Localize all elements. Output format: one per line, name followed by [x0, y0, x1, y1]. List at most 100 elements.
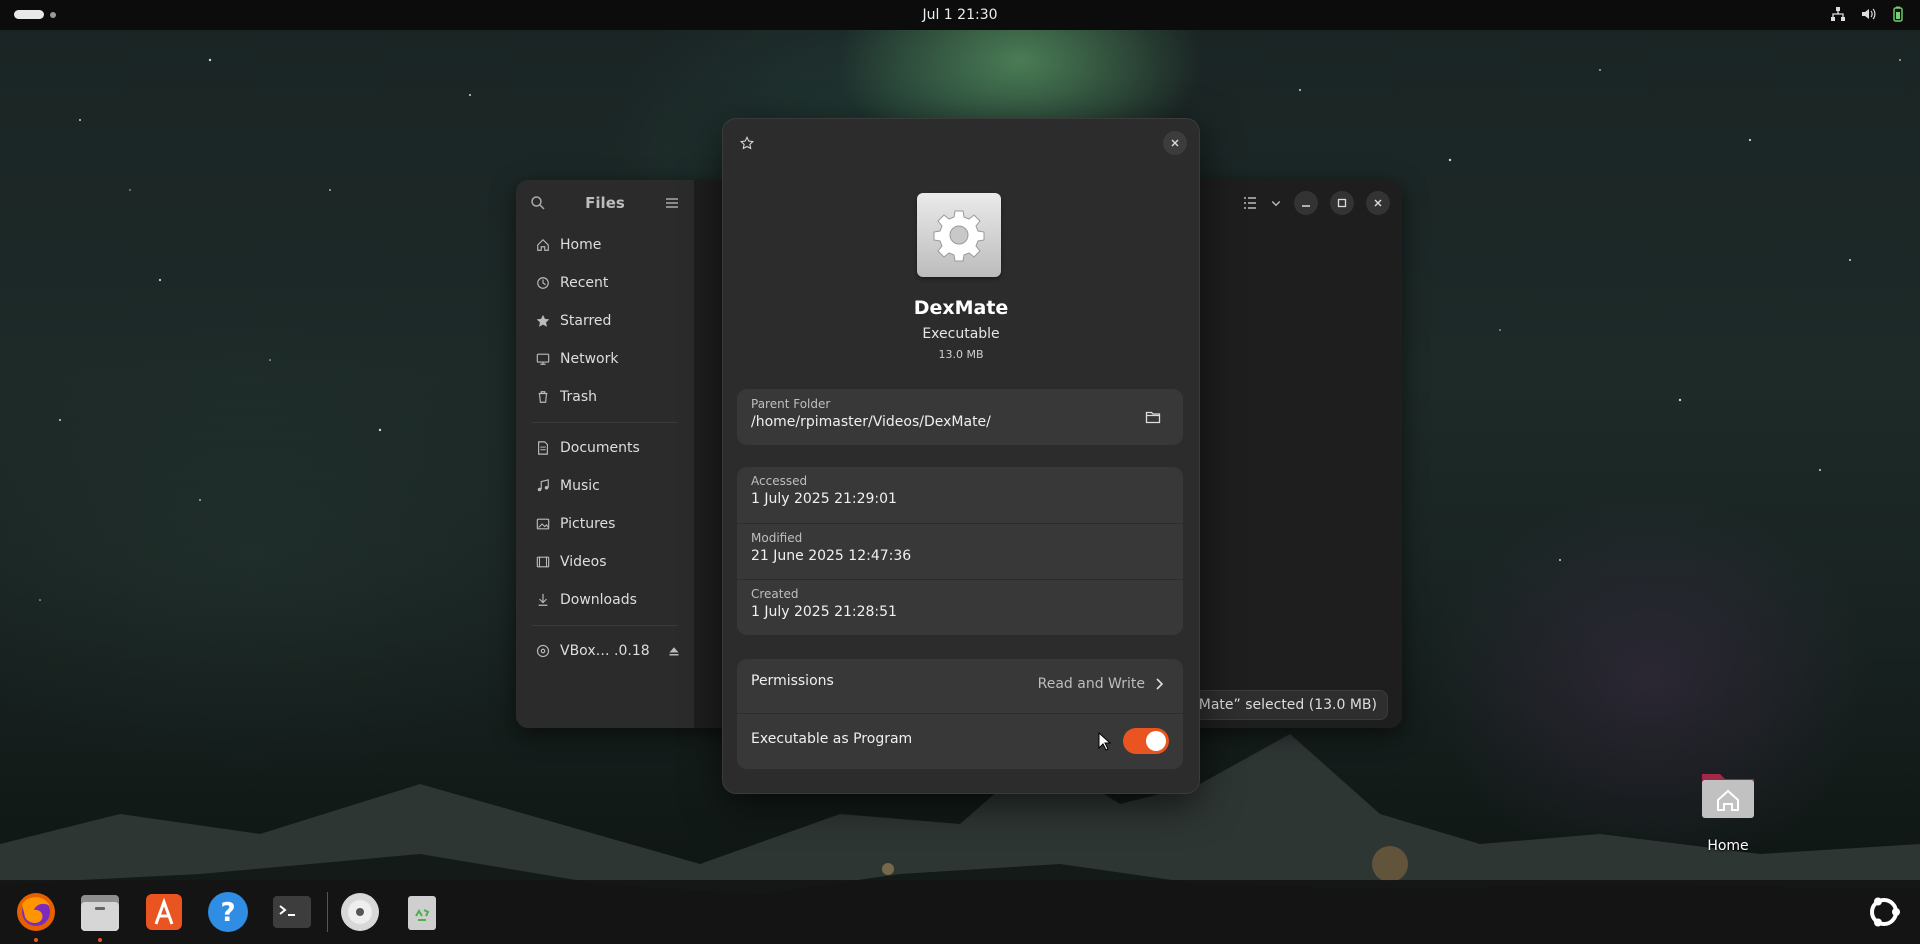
- sidebar-item-label: Home: [560, 237, 602, 253]
- sidebar-item-recent[interactable]: Recent: [524, 264, 686, 302]
- file-size: 13.0 MB: [938, 348, 984, 361]
- eject-icon[interactable]: [668, 645, 680, 657]
- sidebar-divider: [532, 422, 678, 423]
- close-icon: [1171, 139, 1179, 147]
- parent-folder-label: Parent Folder: [751, 397, 831, 411]
- top-bar: Jul 1 21:30: [0, 0, 1920, 30]
- desktop-home-label: Home: [1707, 838, 1749, 854]
- sidebar-item-label: Music: [560, 478, 600, 494]
- executable-row: Executable as Program: [737, 713, 1183, 770]
- dock-help[interactable]: ?: [204, 888, 252, 936]
- toggle-knob: [1146, 731, 1166, 751]
- ubuntu-logo-icon: [1870, 897, 1900, 927]
- sidebar-item-label: VBox… .0.18: [560, 643, 650, 659]
- firefox-icon: [17, 893, 55, 931]
- home-icon: [537, 238, 549, 251]
- open-parent-folder-button[interactable]: [1139, 403, 1167, 431]
- timestamps-card: Accessed 1 July 2025 21:29:01 Modified 2…: [737, 467, 1183, 635]
- close-icon: [1374, 199, 1382, 207]
- dock-terminal[interactable]: [268, 888, 316, 936]
- accessed-value: 1 July 2025 21:29:01: [751, 491, 897, 507]
- dock-firefox[interactable]: [12, 888, 60, 942]
- network-icon: [1831, 7, 1845, 21]
- dock-app-center[interactable]: [140, 888, 188, 936]
- show-apps-button[interactable]: [1860, 888, 1908, 936]
- permissions-value: Read and Write: [1037, 676, 1145, 692]
- dialog-close-button[interactable]: [1163, 131, 1187, 155]
- document-icon: [538, 441, 548, 455]
- trash-icon: [538, 391, 548, 403]
- dock-separator: [327, 892, 328, 932]
- desktop-home-icon[interactable]: Home: [1692, 768, 1764, 854]
- optical-disc-icon: [341, 893, 379, 931]
- chevron-right-icon: [1156, 678, 1164, 690]
- gear-icon: [933, 210, 985, 262]
- mouse-cursor-icon: [1098, 732, 1112, 751]
- clock[interactable]: Jul 1 21:30: [0, 7, 1920, 23]
- battery-icon: [1893, 6, 1903, 22]
- star-outline-icon: [740, 136, 754, 150]
- picture-icon: [536, 518, 550, 530]
- files-app-icon: [81, 895, 119, 931]
- dock-trash[interactable]: [398, 888, 446, 936]
- created-label: Created: [751, 587, 799, 601]
- dock-vbox-disc[interactable]: [336, 888, 384, 936]
- files-sidebar: Files Home Recent Starred Network Trash …: [516, 180, 694, 728]
- accessed-label: Accessed: [751, 474, 808, 488]
- properties-dialog: DexMate Executable 13.0 MB Parent Folder…: [722, 118, 1200, 794]
- minimize-button[interactable]: [1294, 191, 1318, 215]
- dock-files[interactable]: [76, 888, 124, 942]
- sidebar-item-music[interactable]: Music: [524, 467, 686, 505]
- sidebar-item-vbox-disc[interactable]: VBox… .0.18: [524, 632, 686, 670]
- maximize-icon: [1337, 198, 1347, 208]
- sidebar-item-label: Trash: [560, 389, 597, 405]
- modified-label: Modified: [751, 531, 803, 545]
- hamburger-menu-icon[interactable]: [664, 195, 680, 211]
- modified-value: 21 June 2025 12:47:36: [751, 548, 912, 564]
- volume-icon: [1862, 8, 1876, 20]
- created-value: 1 July 2025 21:28:51: [751, 604, 897, 620]
- star-icon: [536, 314, 550, 327]
- app-center-icon: [146, 894, 182, 930]
- sidebar-item-network[interactable]: Network: [524, 340, 686, 378]
- sidebar-item-label: Network: [560, 351, 619, 367]
- disc-icon: [536, 644, 550, 658]
- video-icon: [536, 556, 550, 568]
- sidebar-item-home[interactable]: Home: [524, 226, 686, 264]
- svg-text:?: ?: [220, 898, 235, 928]
- modified-row: Modified 21 June 2025 12:47:36: [737, 523, 1183, 579]
- running-indicator: [98, 938, 102, 942]
- permissions-row[interactable]: Permissions Read and Write: [737, 659, 1183, 713]
- sidebar-item-documents[interactable]: Documents: [524, 429, 686, 467]
- system-tray[interactable]: [1830, 6, 1906, 22]
- sidebar-item-starred[interactable]: Starred: [524, 302, 686, 340]
- trash-icon: [408, 896, 436, 930]
- executable-file-icon: [917, 193, 1001, 277]
- terminal-icon: [273, 896, 311, 928]
- sidebar-item-label: Pictures: [560, 516, 616, 532]
- sidebar-item-videos[interactable]: Videos: [524, 543, 686, 581]
- home-folder-icon: [1702, 774, 1754, 818]
- download-icon: [538, 593, 548, 606]
- sidebar-item-label: Documents: [560, 440, 640, 456]
- network-icon: [536, 353, 550, 365]
- music-icon: [537, 479, 549, 492]
- minimize-icon: [1302, 205, 1310, 207]
- sidebar-item-downloads[interactable]: Downloads: [524, 581, 686, 619]
- created-row: Created 1 July 2025 21:28:51: [737, 579, 1183, 635]
- sidebar-item-label: Starred: [560, 313, 612, 329]
- maximize-button[interactable]: [1330, 191, 1354, 215]
- file-type: Executable: [922, 326, 1000, 342]
- sidebar-item-pictures[interactable]: Pictures: [524, 505, 686, 543]
- help-icon: ?: [208, 892, 248, 932]
- window-close-button[interactable]: [1366, 191, 1390, 215]
- folder-icon: [1145, 411, 1161, 424]
- chevron-down-icon[interactable]: [1270, 197, 1282, 209]
- star-button[interactable]: [735, 131, 759, 155]
- executable-toggle[interactable]: [1123, 728, 1169, 754]
- permissions-card: Permissions Read and Write Executable as…: [737, 659, 1183, 769]
- accessed-row: Accessed 1 July 2025 21:29:01: [737, 467, 1183, 523]
- parent-folder-path: /home/rpimaster/Videos/DexMate/: [751, 414, 991, 430]
- list-view-icon[interactable]: [1242, 195, 1258, 211]
- sidebar-item-trash[interactable]: Trash: [524, 378, 686, 416]
